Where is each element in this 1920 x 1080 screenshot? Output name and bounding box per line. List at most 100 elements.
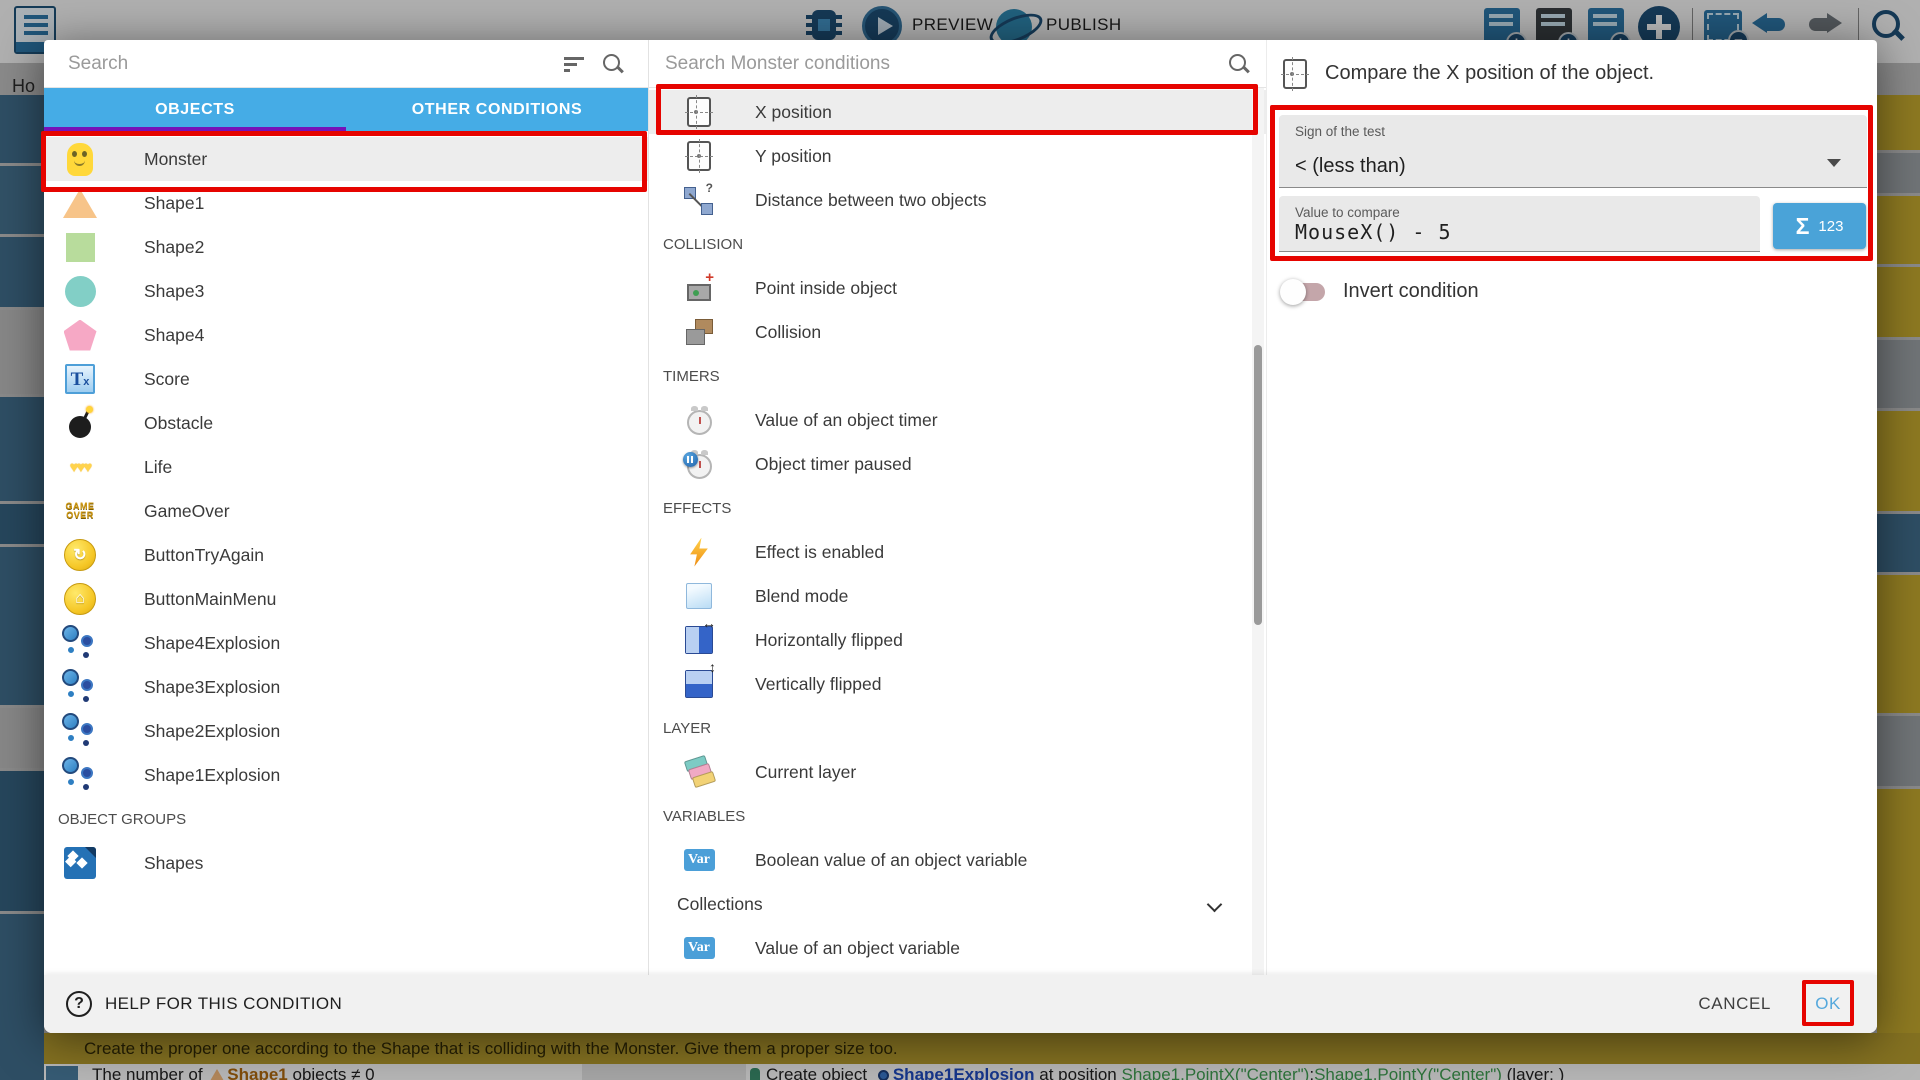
- group-name: Shapes: [144, 853, 203, 874]
- condition-list-item[interactable]: Object timer paused: [649, 442, 1266, 486]
- condition-list-item[interactable]: VarBoolean value of an object variable: [649, 838, 1266, 882]
- toggle-knob[interactable]: [1280, 279, 1306, 305]
- object-search-input[interactable]: [68, 46, 508, 82]
- condition-list-item[interactable]: Effect is enabled: [649, 530, 1266, 574]
- object-name: Obstacle: [144, 413, 213, 434]
- particles-icon: [58, 621, 102, 665]
- search-icon[interactable]: [602, 53, 624, 75]
- object-name: Score: [144, 369, 190, 390]
- condition-section-header: LAYER: [649, 706, 1266, 750]
- circle-icon: [58, 269, 102, 313]
- condition-name: Y position: [755, 146, 832, 167]
- object-list-item[interactable]: Monster: [44, 137, 648, 181]
- particles-icon: [58, 709, 102, 753]
- invert-condition-label: Invert condition: [1343, 280, 1479, 303]
- condition-search-input[interactable]: [665, 46, 1185, 82]
- condition-name: Collision: [755, 322, 821, 343]
- object-list-item[interactable]: Shape3: [44, 269, 648, 313]
- condition-list-item[interactable]: Blend mode: [649, 574, 1266, 618]
- condition-editor-dialog: OBJECTS OTHER CONDITIONS MonsterShape1Sh…: [44, 40, 1877, 1033]
- timer-icon: [679, 398, 719, 442]
- condition-name: Blend mode: [755, 586, 848, 607]
- dialog-footer: ? HELP FOR THIS CONDITION CANCEL OK: [44, 975, 1877, 1033]
- point-inside-icon: [679, 266, 719, 310]
- object-name: Shape1Explosion: [144, 765, 280, 786]
- condition-list: X position Y position ?Distance between tw…: [649, 88, 1266, 975]
- monster-icon: [58, 137, 102, 181]
- condition-list-item[interactable]: ↔Horizontally flipped: [649, 618, 1266, 662]
- condition-name: Point inside object: [755, 278, 897, 299]
- pentagon-icon: [58, 313, 102, 357]
- object-list-item[interactable]: Shape2Explosion: [44, 709, 648, 753]
- object-name: Shape4Explosion: [144, 633, 280, 654]
- condition-section-header: VARIABLES: [649, 794, 1266, 838]
- text-object-icon: Tx: [58, 357, 102, 401]
- condition-name: Boolean value of an object variable: [755, 850, 1027, 871]
- condition-name: Vertically flipped: [755, 674, 881, 695]
- object-search-row: [44, 40, 648, 88]
- condition-list-item[interactable]: X position: [649, 90, 1266, 134]
- condition-list-item[interactable]: ↕ Vertically flipped: [649, 662, 1266, 706]
- condition-name: Effect is enabled: [755, 542, 884, 563]
- conditions-panel: X position Y position ?Distance between tw…: [648, 40, 1266, 975]
- help-for-condition-button[interactable]: ? HELP FOR THIS CONDITION: [66, 975, 342, 1033]
- condition-list-item[interactable]: VarValue of an object variable: [649, 926, 1266, 970]
- search-icon[interactable]: [1228, 53, 1250, 75]
- y-position-icon: [679, 134, 719, 178]
- v-flip-icon: ↕: [679, 662, 719, 706]
- object-list-item[interactable]: Shape3Explosion: [44, 665, 648, 709]
- value-to-compare-field[interactable]: Value to compare MouseX() - 5: [1279, 196, 1760, 252]
- condition-list-item[interactable]: Collision: [649, 310, 1266, 354]
- condition-section-header: EFFECTS: [649, 486, 1266, 530]
- sign-of-test-value: < (less than): [1295, 155, 1406, 178]
- condition-list-item[interactable]: Y position: [649, 134, 1266, 178]
- object-list-item[interactable]: Shape1: [44, 181, 648, 225]
- cancel-button[interactable]: CANCEL: [1698, 975, 1771, 1033]
- condition-list-item[interactable]: ?Distance between two objects: [649, 178, 1266, 222]
- condition-list-item[interactable]: Point inside object: [649, 266, 1266, 310]
- object-list-item[interactable]: Shape4Explosion: [44, 621, 648, 665]
- object-list-item[interactable]: ♥♥♥ Life: [44, 445, 648, 489]
- object-list-item[interactable]: Tx Score: [44, 357, 648, 401]
- condition-list-item[interactable]: Current layer: [649, 750, 1266, 794]
- filter-icon[interactable]: [564, 57, 584, 73]
- collision-icon: [679, 310, 719, 354]
- blend-mode-icon: [679, 574, 719, 618]
- object-list-item[interactable]: ↻ButtonTryAgain: [44, 533, 648, 577]
- object-list-item[interactable]: Shape1Explosion: [44, 753, 648, 797]
- tab-objects[interactable]: OBJECTS: [44, 88, 346, 131]
- value-to-compare-label: Value to compare: [1295, 205, 1400, 220]
- object-group-item[interactable]: Shapes: [44, 841, 648, 885]
- object-list-item[interactable]: ⌂ButtonMainMenu: [44, 577, 648, 621]
- scrollbar-thumb[interactable]: [1254, 345, 1262, 625]
- object-name: ButtonTryAgain: [144, 545, 264, 566]
- object-list-item[interactable]: Shape4: [44, 313, 648, 357]
- object-group-icon: [58, 841, 102, 885]
- object-list-item[interactable]: Shape2: [44, 225, 648, 269]
- variable-icon: Var: [679, 926, 719, 970]
- ok-button[interactable]: OK: [1815, 975, 1841, 1033]
- bomb-icon: [58, 401, 102, 445]
- object-name: Monster: [144, 149, 207, 170]
- object-name: GameOver: [144, 501, 230, 522]
- condition-name: Object timer paused: [755, 454, 912, 475]
- chevron-down-icon: [1827, 159, 1841, 167]
- sigma-icon: Σ: [1796, 213, 1810, 240]
- object-name: Life: [144, 457, 172, 478]
- collections-expander[interactable]: Collections: [649, 882, 1266, 926]
- object-list-item[interactable]: Obstacle: [44, 401, 648, 445]
- expression-editor-button[interactable]: Σ 123: [1773, 203, 1866, 249]
- object-name: Shape3: [144, 281, 204, 302]
- condition-section-header: TIMERS: [649, 354, 1266, 398]
- triangle-icon: [58, 181, 102, 225]
- x-position-icon: [679, 90, 719, 134]
- invert-condition-toggle[interactable]: [1283, 283, 1325, 301]
- condition-name: Value of an object timer: [755, 410, 938, 431]
- hearts-icon: ♥♥♥: [58, 445, 102, 489]
- timer-paused-icon: [679, 442, 719, 486]
- tab-other-conditions[interactable]: OTHER CONDITIONS: [346, 88, 648, 131]
- condition-list-item[interactable]: Value of an object timer: [649, 398, 1266, 442]
- object-list-item[interactable]: GAMEOVERGameOver: [44, 489, 648, 533]
- object-chooser-panel: OBJECTS OTHER CONDITIONS MonsterShape1Sh…: [44, 40, 648, 975]
- sign-of-test-select[interactable]: Sign of the test < (less than): [1279, 115, 1867, 188]
